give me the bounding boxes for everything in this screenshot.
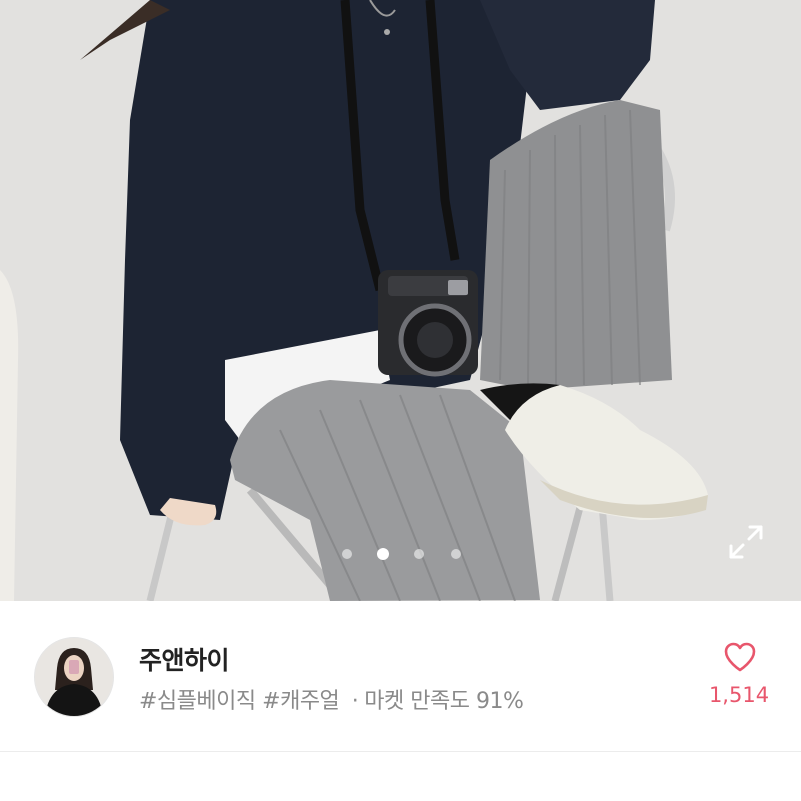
shop-name[interactable]: 주앤하이 xyxy=(139,641,230,677)
expand-icon[interactable] xyxy=(726,522,766,562)
shop-tag[interactable]: #캐주얼 xyxy=(262,689,340,714)
shop-info-section: 주앤하이 #심플베이직 #캐주얼 · 마켓 만족도 91% 1,514 xyxy=(0,601,801,751)
market-satisfaction: 마켓 만족도 91% xyxy=(364,689,524,714)
carousel-indicators xyxy=(0,546,801,562)
meta-separator: · xyxy=(351,689,359,714)
shop-meta: #심플베이직 #캐주얼 · 마켓 만족도 91% xyxy=(139,683,524,715)
carousel-dot[interactable] xyxy=(342,549,352,559)
product-image-carousel[interactable] xyxy=(0,0,801,601)
shop-tag[interactable]: #심플베이직 xyxy=(139,689,256,714)
carousel-dot-active[interactable] xyxy=(377,548,389,560)
shop-avatar[interactable] xyxy=(34,637,114,717)
carousel-dot[interactable] xyxy=(414,549,424,559)
like-count: 1,514 xyxy=(708,683,770,707)
heart-outline-icon xyxy=(724,642,756,672)
product-photo xyxy=(0,0,801,601)
carousel-dot[interactable] xyxy=(451,549,461,559)
like-button[interactable]: 1,514 xyxy=(704,641,774,725)
product-detail-preview xyxy=(0,752,801,801)
